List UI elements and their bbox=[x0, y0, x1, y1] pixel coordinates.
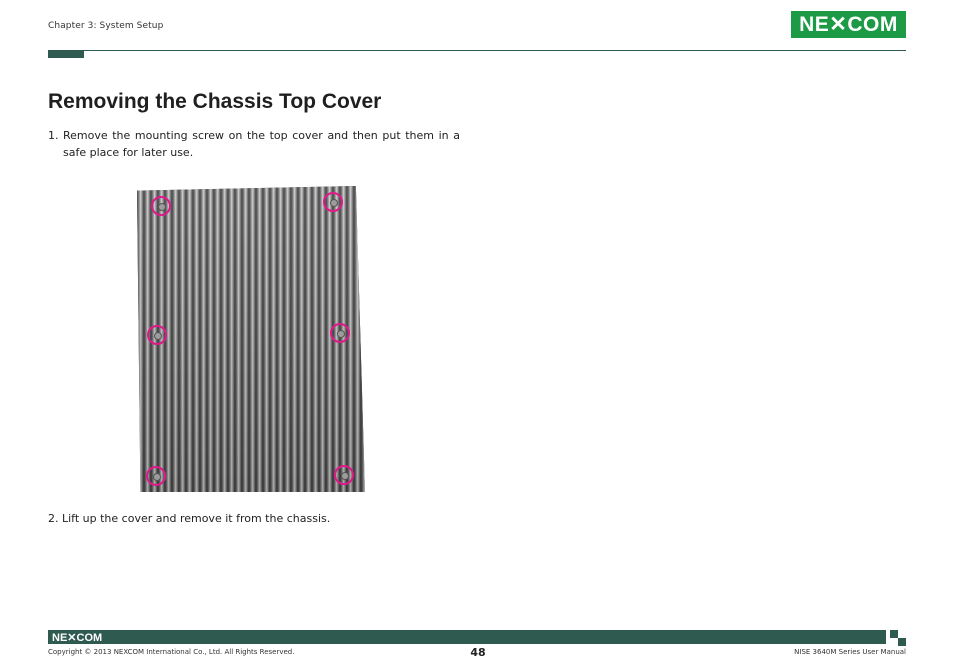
footer-square-icon bbox=[898, 638, 906, 646]
page-number: 48 bbox=[470, 646, 486, 659]
step-1-number: 1. bbox=[48, 129, 59, 142]
step-2-number: 2. bbox=[48, 512, 59, 525]
step-2: 2. Lift up the cover and remove it from … bbox=[48, 510, 330, 527]
copyright-text: Copyright © 2013 NEXCOM International Co… bbox=[48, 648, 295, 656]
screw-highlight-bottom-left bbox=[146, 466, 166, 486]
screw-highlight-middle-right bbox=[330, 323, 350, 343]
nexcom-logo: NE✕COM bbox=[791, 11, 906, 38]
screw-highlight-top-right bbox=[323, 192, 343, 212]
step-1-text: Remove the mounting screw on the top cov… bbox=[63, 129, 460, 159]
step-1: 1. Remove the mounting screw on the top … bbox=[48, 127, 460, 161]
chapter-label: Chapter 3: System Setup bbox=[48, 21, 164, 31]
manual-name: NISE 3640M Series User Manual bbox=[794, 648, 906, 656]
screw-highlight-middle-left bbox=[147, 325, 167, 345]
screw-highlight-bottom-right bbox=[334, 465, 354, 485]
footer-bar bbox=[48, 630, 886, 644]
footer-square-icon bbox=[890, 630, 898, 638]
manual-page: Chapter 3: System Setup NE✕COM Removing … bbox=[0, 0, 954, 672]
chassis-top-cover-photo bbox=[137, 186, 365, 492]
header-rule bbox=[48, 50, 906, 51]
screw-highlight-top-left bbox=[151, 196, 171, 216]
header-tab bbox=[48, 50, 84, 58]
step-2-text: Lift up the cover and remove it from the… bbox=[62, 512, 331, 525]
page-title: Removing the Chassis Top Cover bbox=[48, 90, 382, 113]
footer-logo: NE✕COM bbox=[52, 632, 103, 644]
